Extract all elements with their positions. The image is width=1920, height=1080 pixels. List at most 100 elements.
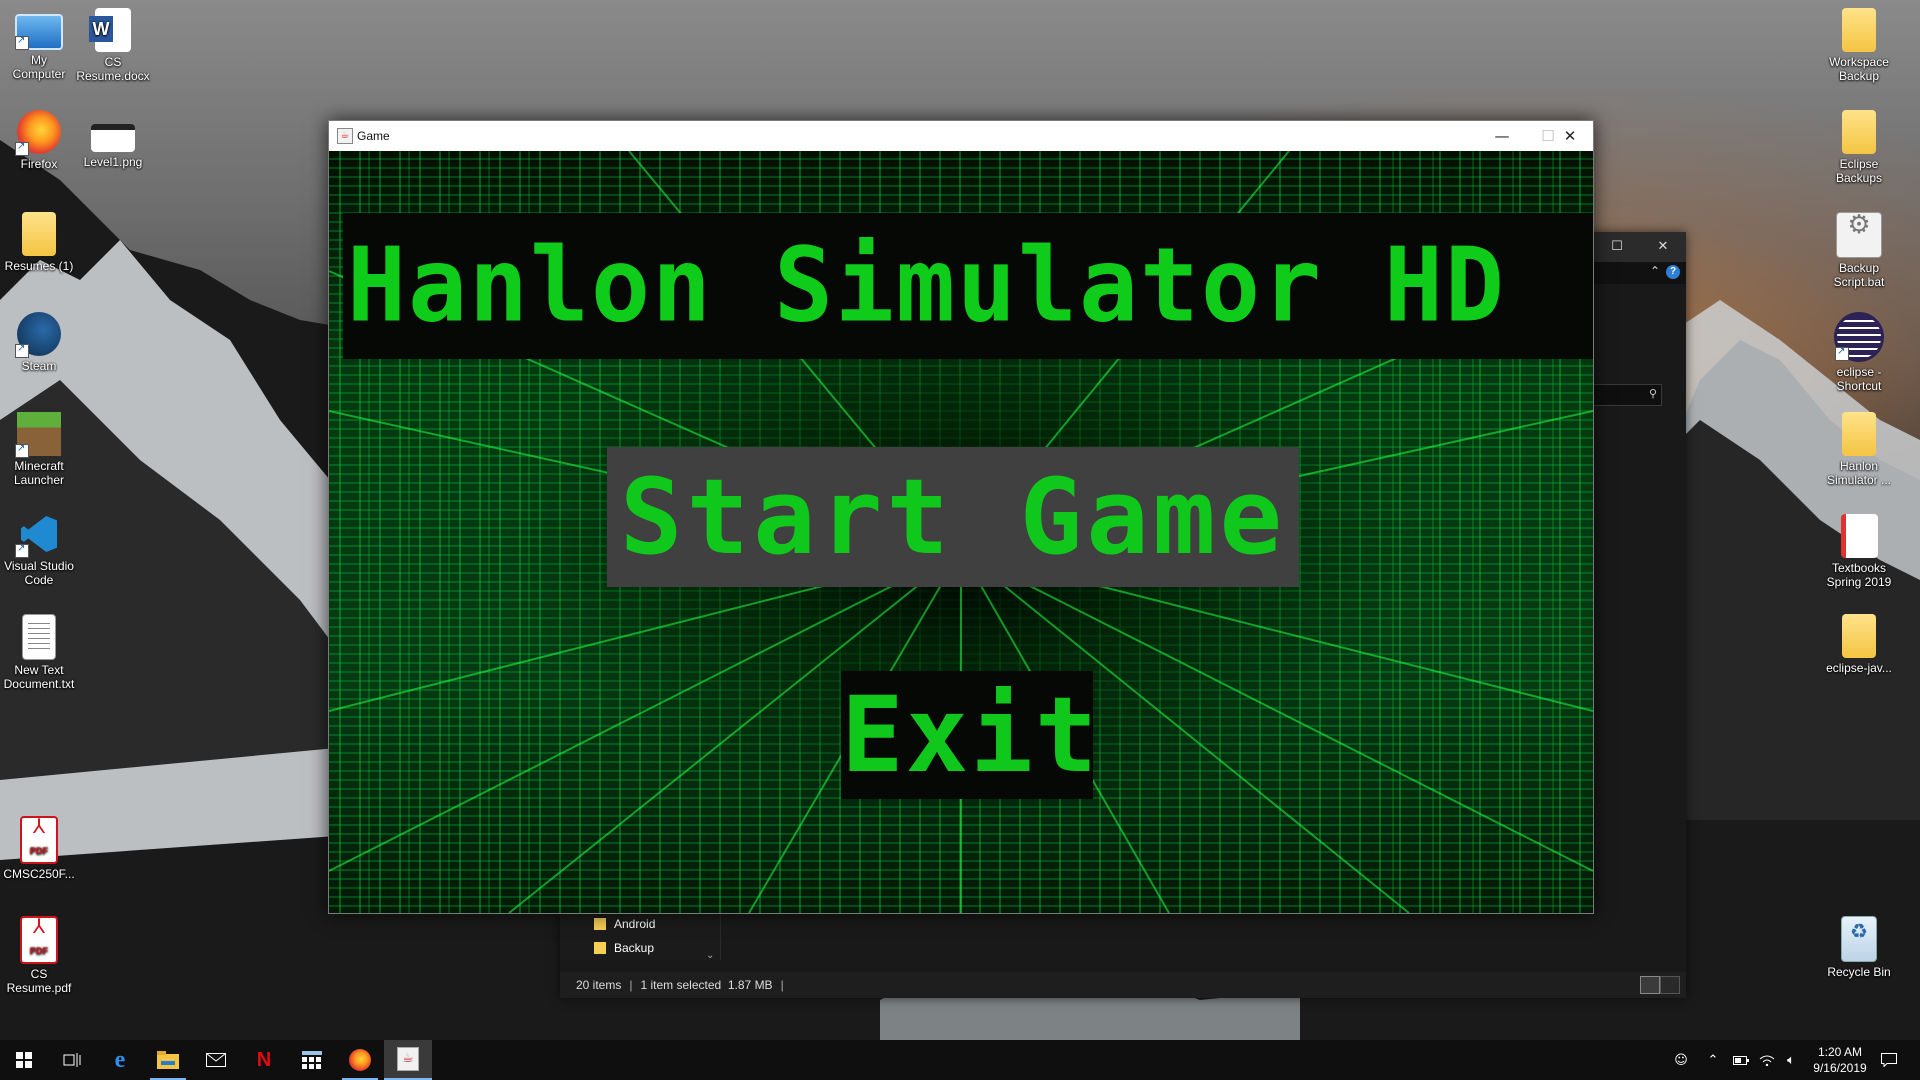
desktop-icon-steam[interactable]: Steam — [0, 312, 78, 373]
taskbar-calculator[interactable] — [288, 1040, 336, 1080]
desktop-icon-label: CS Resume.docx — [76, 55, 150, 83]
desktop-icon-my-computer[interactable]: My Computer — [0, 8, 78, 81]
desktop-icon-eclipse-java[interactable]: eclipse-jav... — [1820, 614, 1898, 675]
desktop-icon-eclipse-backups[interactable]: Eclipse Backups — [1820, 110, 1898, 185]
speaker-icon: 🔈︎ — [1787, 1052, 1795, 1068]
nav-item-backup[interactable]: Backup — [560, 936, 720, 960]
desktop-icon-cmsc250f[interactable]: PDF CMSC250F... — [0, 816, 78, 881]
taskbar-edge[interactable]: e — [96, 1040, 144, 1080]
netflix-icon: N — [256, 1048, 272, 1071]
minimize-button[interactable]: — — [1479, 121, 1525, 151]
desktop-icon-vscode[interactable]: Visual Studio Code — [0, 512, 78, 587]
battery-button[interactable] — [1728, 1040, 1754, 1080]
desktop-icon-label: Workspace Backup — [1829, 55, 1889, 83]
taskbar-firefox[interactable] — [336, 1040, 384, 1080]
status-item-count: 20 items — [576, 978, 622, 992]
batch-file-icon — [1836, 212, 1882, 258]
exit-label: Exit — [841, 674, 1100, 796]
nav-scroll-down-icon[interactable]: ⌄ — [706, 950, 714, 961]
desktop-icon-recycle-bin[interactable]: Recycle Bin — [1820, 916, 1898, 979]
action-center-button[interactable] — [1872, 1040, 1906, 1080]
file-explorer-icon — [157, 1051, 179, 1069]
folder-icon — [1840, 514, 1878, 558]
game-titlebar: ☕ Game — ☐ ✕ — [329, 121, 1593, 151]
desktop-icon-cs-resume-pdf[interactable]: PDF CS Resume.pdf — [0, 916, 78, 995]
java-app-icon: ☕ — [337, 128, 353, 144]
notification-icon — [1881, 1053, 1897, 1067]
explorer-status-bar: 20 items | 1 item selected 1.87 MB | — [560, 972, 1686, 998]
folder-icon — [1842, 8, 1876, 52]
eclipse-icon — [1834, 312, 1884, 362]
status-size: 1.87 MB — [727, 978, 773, 992]
chevron-up-icon: ⌃ — [1707, 1052, 1719, 1068]
details-view-button[interactable] — [1640, 976, 1660, 994]
game-window: ☕ Game — ☐ ✕ Hanlon Simulator HD Start G… — [328, 120, 1594, 914]
desktop-icon-label: eclipse-jav... — [1826, 661, 1892, 675]
word-doc-icon: W — [89, 8, 131, 52]
taskbar-file-explorer[interactable] — [144, 1040, 192, 1080]
search-icon: ⚲ — [1648, 387, 1657, 400]
desktop-icon-resumes[interactable]: Resumes (1) — [0, 212, 78, 273]
desktop-icon-eclipse-shortcut[interactable]: eclipse - Shortcut — [1820, 312, 1898, 393]
collapse-ribbon-icon[interactable]: ⌃ — [1650, 264, 1660, 278]
desktop-icon-label: Resumes (1) — [4, 259, 74, 273]
desktop-icon-label: Minecraft Launcher — [13, 459, 65, 487]
start-game-button[interactable]: Start Game — [607, 447, 1299, 587]
desktop-icon-label: Recycle Bin — [1827, 965, 1891, 979]
large-icons-view-button[interactable] — [1660, 976, 1680, 994]
task-view-button[interactable] — [48, 1040, 96, 1080]
mail-icon — [206, 1053, 226, 1067]
game-canvas: Hanlon Simulator HD Start Game Exit — [329, 151, 1593, 913]
people-button[interactable]: ☺ — [1666, 1040, 1696, 1080]
folder-icon — [1842, 110, 1876, 154]
desktop-icon-label: Hanlon Simulator ... — [1826, 459, 1892, 487]
desktop-icon-backup-script[interactable]: Backup Script.bat — [1820, 212, 1898, 289]
desktop-icon-label: Textbooks Spring 2019 — [1826, 561, 1892, 589]
text-file-icon — [22, 614, 56, 660]
desktop-icon-firefox[interactable]: Firefox — [0, 110, 78, 171]
taskbar-java-game[interactable]: ☕ — [384, 1040, 432, 1080]
desktop-icon-cs-resume-docx[interactable]: W CS Resume.docx — [74, 8, 152, 83]
explorer-close-button[interactable]: ✕ — [1640, 232, 1686, 262]
desktop-icon-hanlon-simulator[interactable]: Hanlon Simulator ... — [1820, 412, 1898, 487]
edge-icon: e — [114, 1046, 126, 1073]
desktop-icon-label: eclipse - Shortcut — [1836, 365, 1882, 393]
desktop-icon-minecraft-launcher[interactable]: Minecraft Launcher — [0, 412, 78, 487]
taskbar-netflix[interactable]: N — [240, 1040, 288, 1080]
game-title: Hanlon Simulator HD — [347, 226, 1507, 346]
folder-icon — [594, 942, 606, 954]
desktop-icon-workspace-backup[interactable]: Workspace Backup — [1820, 8, 1898, 83]
clock-date: 9/16/2019 — [1813, 1061, 1867, 1075]
status-selected: 1 item selected — [640, 978, 722, 992]
desktop-icon-label: CMSC250F... — [3, 867, 75, 881]
desktop-icon-level1-png[interactable]: Level1.png — [74, 110, 152, 169]
calculator-icon — [302, 1051, 322, 1069]
start-button[interactable] — [0, 1040, 48, 1080]
volume-button[interactable]: 🔈︎ — [1780, 1040, 1802, 1080]
nav-item-android[interactable]: Android — [560, 912, 720, 936]
battery-icon — [1733, 1055, 1749, 1065]
exit-button[interactable]: Exit — [841, 671, 1100, 799]
window-title: Game — [357, 129, 390, 143]
explorer-nav-pane: Android Backup — [560, 912, 721, 960]
wifi-button[interactable] — [1754, 1040, 1780, 1080]
show-hidden-icons-button[interactable]: ⌃ — [1700, 1040, 1726, 1080]
explorer-maximize-button[interactable]: ☐ — [1594, 232, 1640, 262]
desktop-icon-new-text-document[interactable]: New Text Document.txt — [0, 614, 78, 691]
nav-item-label: Android — [614, 917, 656, 931]
desktop-icon-label: Firefox — [20, 157, 58, 171]
desktop-icon-label: Backup Script.bat — [1833, 261, 1885, 289]
folder-icon — [1842, 412, 1876, 456]
taskbar-clock[interactable]: 1:20 AM 9/16/2019 — [1800, 1044, 1880, 1076]
desktop-icon-textbooks[interactable]: Textbooks Spring 2019 — [1820, 514, 1898, 589]
close-button[interactable]: ✕ — [1547, 121, 1593, 151]
minecraft-icon — [15, 412, 61, 458]
help-icon[interactable]: ? — [1666, 265, 1680, 279]
taskbar: e N ☕ ☺ ⌃ 🔈︎ 1:20 AM 9/16/2019 — [0, 1040, 1920, 1080]
folder-icon — [1842, 614, 1876, 658]
taskbar-mail[interactable] — [192, 1040, 240, 1080]
pdf-icon: PDF — [20, 916, 58, 964]
steam-icon — [15, 312, 61, 358]
recycle-bin-icon — [1841, 916, 1877, 962]
desktop-icon-label: CS Resume.pdf — [6, 967, 72, 995]
